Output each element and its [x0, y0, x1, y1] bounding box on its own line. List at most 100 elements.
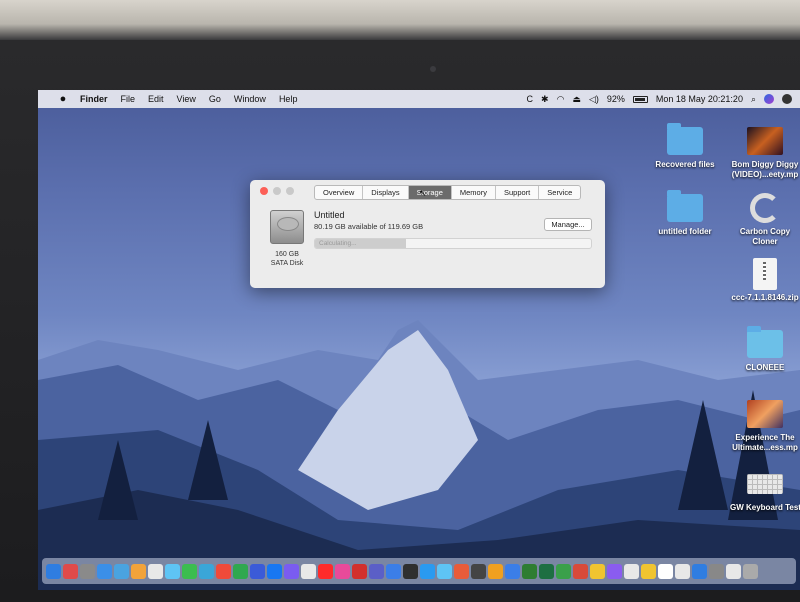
desktop-icon-label: CLONEEE	[745, 363, 785, 372]
dock-app-icon[interactable]	[556, 563, 571, 579]
dock-app-icon[interactable]	[743, 563, 758, 579]
folder-icon	[667, 190, 703, 222]
desktop-icon-label: Recovered files	[655, 160, 715, 169]
dock-app-icon[interactable]	[624, 563, 639, 579]
dock-app-icon[interactable]	[267, 563, 282, 579]
dock-app-icon[interactable]	[471, 563, 486, 579]
menu-window[interactable]: Window	[234, 94, 266, 104]
battery-percent: 92%	[606, 94, 625, 104]
dock-app-icon[interactable]	[590, 563, 605, 579]
desktop-icon-carbon-copy-cloner[interactable]: Carbon Copy Cloner	[730, 192, 800, 247]
dock-app-icon[interactable]	[165, 563, 180, 579]
tab-memory[interactable]: Memory	[452, 186, 496, 199]
close-button[interactable]	[260, 187, 268, 195]
dock-app-icon[interactable]	[709, 563, 724, 579]
dock-app-icon[interactable]	[233, 563, 248, 579]
menu-file[interactable]: File	[121, 94, 136, 104]
siri-icon[interactable]	[764, 94, 774, 104]
dock-app-icon[interactable]	[386, 563, 401, 579]
tab-displays[interactable]: Displays	[363, 186, 409, 199]
dock	[42, 558, 796, 584]
dock-app-icon[interactable]	[216, 563, 231, 579]
desktop-icon-recovered-files[interactable]: Recovered files	[650, 123, 720, 170]
mouse-cursor-icon: ↖	[419, 188, 427, 198]
menu-clock[interactable]: Mon 18 May 20:21:20	[656, 94, 743, 104]
dock-app-icon[interactable]	[80, 563, 95, 579]
video-thumbnail-icon	[747, 127, 783, 155]
manage-button[interactable]: Manage...	[544, 218, 592, 231]
desktop-icon-ccc-zip[interactable]: ccc-7.1.1.8146.zip	[730, 258, 800, 303]
eject-icon[interactable]: ⏏	[572, 94, 581, 105]
desktop-icon-gw-keyboard-test[interactable]: GW Keyboard Test	[730, 468, 800, 513]
tab-support[interactable]: Support	[496, 186, 540, 199]
volume-name: Untitled	[314, 210, 345, 220]
desktop-icon-label: ccc-7.1.1.8146.zip	[731, 293, 799, 302]
disk-type: SATA Disk	[270, 260, 304, 267]
dock-app-icon[interactable]	[607, 563, 622, 579]
dock-app-icon[interactable]	[505, 563, 520, 579]
notification-center-icon[interactable]	[782, 94, 792, 104]
desktop-icon-untitled-folder[interactable]: untitled folder	[650, 190, 720, 237]
desktop-icon-label: Carbon Copy Cloner	[739, 227, 791, 246]
tab-service[interactable]: Service	[539, 186, 580, 199]
dock-app-icon[interactable]	[675, 563, 690, 579]
tab-bar: Overview Displays Storage Memory Support…	[314, 185, 582, 200]
dock-app-icon[interactable]	[63, 563, 78, 579]
dock-app-icon[interactable]	[573, 563, 588, 579]
dock-app-icon[interactable]	[726, 563, 741, 579]
dock-app-icon[interactable]	[454, 563, 469, 579]
bluetooth-icon[interactable]: ✱	[541, 94, 549, 105]
folder-icon	[667, 123, 703, 155]
dock-app-icon[interactable]	[437, 563, 452, 579]
minimize-button[interactable]	[273, 187, 281, 195]
dock-app-icon[interactable]	[199, 563, 214, 579]
dock-app-icon[interactable]	[114, 563, 129, 579]
dock-app-icon[interactable]	[522, 563, 537, 579]
desktop-icon-cloneee[interactable]: CLONEEE	[730, 326, 800, 373]
hard-disk-icon	[270, 210, 304, 244]
spotlight-search-icon[interactable]: ⌕	[751, 94, 756, 105]
dock-app-icon[interactable]	[318, 563, 333, 579]
apple-menu-icon[interactable]: ●	[56, 92, 70, 106]
keyboard-icon	[747, 474, 783, 494]
dock-app-icon[interactable]	[420, 563, 435, 579]
dock-app-icon[interactable]	[182, 563, 197, 579]
video-thumbnail-icon	[747, 400, 783, 428]
menu-edit[interactable]: Edit	[148, 94, 164, 104]
volume-icon[interactable]: ◁)	[589, 94, 599, 105]
desktop-icon-experience-video[interactable]: Experience The Ultimate...ess.mp	[730, 398, 800, 453]
dock-app-icon[interactable]	[284, 563, 299, 579]
dock-app-icon[interactable]	[250, 563, 265, 579]
dock-app-icon[interactable]	[131, 563, 146, 579]
dock-app-icon[interactable]	[658, 563, 673, 579]
menu-help[interactable]: Help	[279, 94, 298, 104]
dock-app-icon[interactable]	[539, 563, 554, 579]
zoom-button[interactable]	[286, 187, 294, 195]
status-area: C ✱ ◠ ⏏ ◁) 92% Mon 18 May 20:21:20 ⌕	[527, 90, 792, 108]
desktop-icon-bom-diggy-video[interactable]: Bom Diggy Diggy (VIDEO)...eety.mp	[730, 125, 800, 180]
desktop-screen: ● Finder File Edit View Go Window Help C…	[38, 90, 800, 590]
dock-app-icon[interactable]	[641, 563, 656, 579]
carbon-copy-cloner-icon	[750, 193, 780, 223]
dock-app-icon[interactable]	[148, 563, 163, 579]
dock-app-icon[interactable]	[403, 563, 418, 579]
storage-bar-text: Calculating...	[319, 240, 357, 247]
tab-overview[interactable]: Overview	[315, 186, 364, 199]
dock-app-icon[interactable]	[301, 563, 316, 579]
tab-storage[interactable]: Storage	[408, 186, 452, 199]
dock-app-icon[interactable]	[46, 563, 61, 579]
dock-app-icon[interactable]	[692, 563, 707, 579]
menu-view[interactable]: View	[177, 94, 196, 104]
wifi-icon[interactable]: ◠	[557, 94, 565, 105]
webcam	[430, 66, 436, 72]
menu-finder[interactable]: Finder	[80, 94, 108, 104]
dock-app-icon[interactable]	[369, 563, 384, 579]
dock-app-icon[interactable]	[352, 563, 367, 579]
desktop-icon-label: GW Keyboard Test	[730, 503, 800, 512]
dock-app-icon[interactable]	[488, 563, 503, 579]
dock-app-icon[interactable]	[97, 563, 112, 579]
dock-app-icon[interactable]	[335, 563, 350, 579]
menu-go[interactable]: Go	[209, 94, 221, 104]
battery-icon[interactable]	[632, 95, 648, 103]
ccc-menu-icon[interactable]: C	[527, 94, 534, 104]
